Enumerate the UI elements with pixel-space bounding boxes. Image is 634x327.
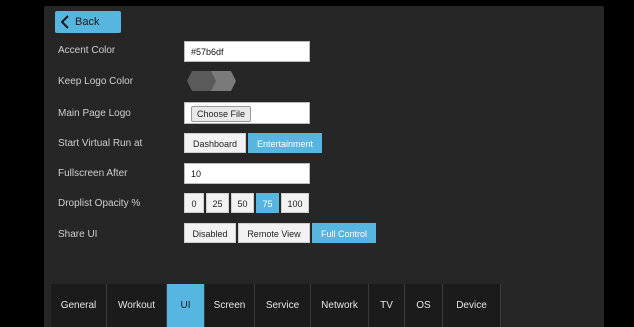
opacity-option-50[interactable]: 50 bbox=[231, 193, 254, 213]
chevron-left-icon bbox=[61, 15, 69, 29]
share-option-full-control[interactable]: Full Control bbox=[312, 223, 376, 243]
droplist-opacity-selector: 0 25 50 75 100 bbox=[184, 193, 309, 213]
tab-workout[interactable]: Workout bbox=[107, 284, 167, 327]
accent-color-input[interactable]: #57b6df bbox=[184, 41, 310, 62]
tab-ui[interactable]: UI bbox=[167, 284, 205, 327]
main-page-logo-label: Main Page Logo bbox=[58, 108, 131, 119]
accent-color-label: Accent Color bbox=[58, 45, 116, 56]
tab-general[interactable]: General bbox=[51, 284, 107, 327]
opacity-option-100[interactable]: 100 bbox=[281, 193, 309, 213]
back-label: Back bbox=[75, 16, 100, 28]
main-page-logo-file-field: Choose File bbox=[184, 102, 310, 124]
tab-network[interactable]: Network bbox=[311, 284, 369, 327]
share-option-disabled[interactable]: Disabled bbox=[184, 223, 236, 243]
settings-tab-bar: General Workout UI Screen Service Networ… bbox=[51, 284, 501, 327]
keep-logo-color-label: Keep Logo Color bbox=[58, 76, 134, 87]
share-ui-selector: Disabled Remote View Full Control bbox=[184, 223, 376, 243]
opacity-option-25[interactable]: 25 bbox=[206, 193, 229, 213]
fullscreen-after-input[interactable]: 10 bbox=[184, 163, 310, 184]
opacity-option-75[interactable]: 75 bbox=[256, 193, 279, 213]
back-button[interactable]: Back bbox=[55, 11, 121, 33]
keep-logo-color-toggle[interactable] bbox=[186, 70, 238, 92]
option-entertainment[interactable]: Entertainment bbox=[248, 133, 322, 153]
share-ui-label: Share UI bbox=[58, 229, 98, 240]
start-virtual-run-label: Start Virtual Run at bbox=[58, 138, 143, 149]
opacity-option-0[interactable]: 0 bbox=[184, 193, 204, 213]
tab-screen[interactable]: Screen bbox=[205, 284, 255, 327]
share-option-remote-view[interactable]: Remote View bbox=[238, 223, 310, 243]
choose-file-button[interactable]: Choose File bbox=[191, 106, 252, 122]
droplist-opacity-label: Droplist Opacity % bbox=[58, 198, 141, 209]
tab-device[interactable]: Device bbox=[443, 284, 501, 327]
fullscreen-after-label: Fullscreen After bbox=[58, 168, 128, 179]
tab-os[interactable]: OS bbox=[405, 284, 443, 327]
tab-service[interactable]: Service bbox=[255, 284, 311, 327]
tab-tv[interactable]: TV bbox=[369, 284, 405, 327]
start-virtual-run-selector: Dashboard Entertainment bbox=[184, 133, 322, 153]
option-dashboard[interactable]: Dashboard bbox=[184, 133, 246, 153]
